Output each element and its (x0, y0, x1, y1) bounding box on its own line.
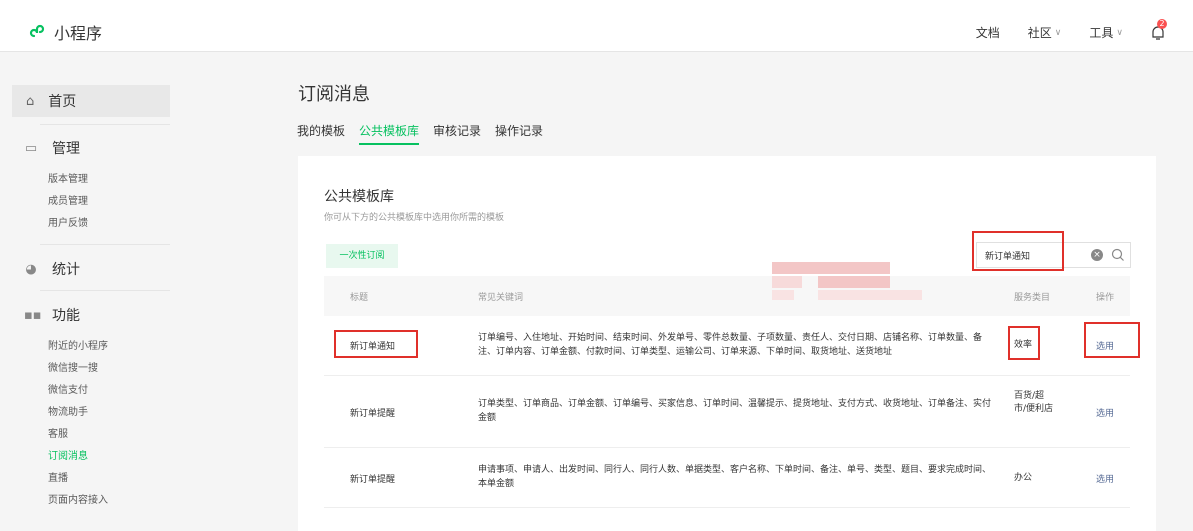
top-nav: 文档 社区 ∨ 工具 ∨ 2 (976, 18, 1193, 41)
row-title: 新订单提醒 (350, 409, 396, 419)
nav-tools[interactable]: 工具 ∨ (1089, 24, 1123, 41)
sidebar-item-features[interactable]: ▪▪ 功能 (24, 304, 174, 326)
divider (40, 290, 170, 291)
select-button[interactable]: 选用 (1096, 472, 1114, 485)
sidebar-item-members[interactable]: 成员管理 (48, 191, 174, 213)
tab-operation-records[interactable]: 操作记录 (495, 122, 543, 145)
app-logo[interactable]: 小程序 (28, 20, 102, 44)
row-service: 百货/超市/便利店 (1014, 391, 1054, 414)
library-description: 你可从下方的公共模板库中选用你所需的模板 (324, 213, 505, 223)
nav-docs[interactable]: 文档 (976, 24, 1000, 41)
pie-chart-icon: ◕ (25, 261, 37, 277)
sidebar-item-subscribe[interactable]: 订阅消息 (48, 446, 174, 468)
tab-my-templates[interactable]: 我的模板 (297, 122, 345, 145)
search-icon[interactable] (1111, 246, 1125, 264)
column-service: 服务类目 (1014, 293, 1051, 303)
highlight-service (1008, 326, 1040, 360)
table-row: 新订单提醒 申请事项、申请人、出发时间、同行人、同行人数、单据类型、客户名称、下… (324, 448, 1130, 508)
sidebar-group-manage: ▭ 管理 版本管理 成员管理 用户反馈 (24, 137, 174, 235)
library-card: 公共模板库 你可从下方的公共模板库中选用你所需的模板 一次性订阅 × 标题 常见… (298, 156, 1156, 531)
sidebar-group-features: ▪▪ 功能 附近的小程序 微信搜一搜 微信支付 物流助手 客服 订阅消息 直播 … (24, 304, 174, 512)
column-title: 标题 (350, 293, 369, 303)
sidebar-item-stats[interactable]: ◕ 统计 (24, 258, 174, 280)
chevron-down-icon: ∨ (1054, 27, 1062, 38)
home-icon: ⌂ (26, 93, 35, 109)
select-button[interactable]: 选用 (1096, 406, 1114, 419)
divider (40, 244, 170, 245)
page-title: 订阅消息 (298, 84, 370, 105)
column-keywords: 常见关键词 (478, 293, 524, 303)
sidebar-item-live[interactable]: 直播 (48, 468, 174, 490)
library-title: 公共模板库 (324, 189, 394, 205)
once-subscribe-button[interactable]: 一次性订阅 (326, 244, 398, 268)
redacted-area (772, 262, 922, 312)
top-bar: 小程序 文档 社区 ∨ 工具 ∨ 2 (0, 0, 1193, 52)
tab-bar: 我的模板 公共模板库 审核记录 操作记录 (297, 122, 543, 145)
sidebar-item-version[interactable]: 版本管理 (48, 169, 174, 191)
table-row: 新订单提醒 订单类型、订单商品、订单金额、订单编号、买家信息、订单时间、温馨提示… (324, 376, 1130, 448)
row-keywords: 申请事项、申请人、出发时间、同行人、同行人数、单据类型、客户名称、下单时间、备注… (478, 465, 992, 489)
grid-icon: ▪▪ (24, 307, 42, 323)
row-title: 新订单提醒 (350, 475, 396, 485)
row-keywords: 订单编号、入住地址、开始时间、结束时间、外发单号、零件总数量、子项数量、责任人、… (478, 333, 983, 357)
miniprogram-logo-icon (29, 24, 45, 38)
highlight-search (972, 231, 1064, 271)
sidebar-group-stats: ◕ 统计 (24, 258, 174, 280)
sidebar-item-nearby[interactable]: 附近的小程序 (48, 336, 174, 358)
row-keywords: 订单类型、订单商品、订单金额、订单编号、买家信息、订单时间、温馨提示、提货地址、… (478, 399, 992, 423)
sidebar-item-home[interactable]: ⌂ 首页 (12, 85, 170, 117)
sidebar-item-pay[interactable]: 微信支付 (48, 380, 174, 402)
clear-icon[interactable]: × (1091, 249, 1103, 261)
chevron-down-icon: ∨ (1116, 27, 1123, 38)
sidebar-item-content[interactable]: 页面内容接入 (48, 490, 174, 512)
sidebar-item-service[interactable]: 客服 (48, 424, 174, 446)
sidebar-item-manage[interactable]: ▭ 管理 (24, 137, 174, 159)
column-action: 操作 (1096, 293, 1115, 303)
row-service: 办公 (1014, 473, 1033, 483)
sidebar-item-logistics[interactable]: 物流助手 (48, 402, 174, 424)
highlight-action (1084, 322, 1140, 358)
table-header: 标题 常见关键词 服务类目 操作 (324, 276, 1130, 316)
notification-bell[interactable]: 2 (1151, 18, 1167, 41)
highlight-title (334, 330, 418, 358)
nav-community[interactable]: 社区 ∨ (1028, 24, 1062, 41)
tab-public-library[interactable]: 公共模板库 (359, 122, 420, 145)
divider (40, 124, 170, 125)
app-name: 小程序 (54, 24, 103, 43)
monitor-icon: ▭ (24, 140, 38, 156)
sidebar-item-search[interactable]: 微信搜一搜 (48, 358, 174, 380)
sidebar-item-feedback[interactable]: 用户反馈 (48, 213, 174, 235)
notification-badge: 2 (1157, 18, 1167, 29)
tab-review-records[interactable]: 审核记录 (433, 122, 481, 145)
